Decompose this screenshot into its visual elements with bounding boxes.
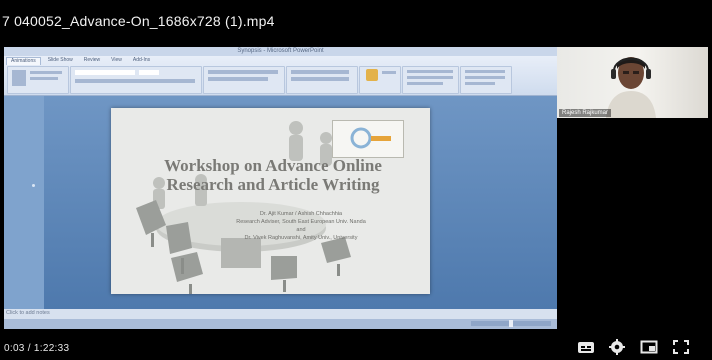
miniplayer-button[interactable] <box>640 339 658 355</box>
subtitles-icon <box>578 342 594 353</box>
participant-video <box>606 57 656 118</box>
settings-icon <box>609 339 625 355</box>
powerpoint-titlebar: Synopsis - Microsoft PowerPoint <box>4 47 557 56</box>
ribbon-group-paragraph <box>286 66 358 94</box>
ribbon-tabs: Animations Slide Show Review View Add-In… <box>6 57 154 65</box>
ribbon-group-arrange <box>402 66 459 94</box>
video-player[interactable]: 7 040052_Advance-On_1686x728 (1).mp4 Syn… <box>0 0 712 360</box>
zoom-slider-thumb[interactable] <box>509 320 513 327</box>
slide-subtitle-line: and <box>296 227 306 233</box>
powerpoint-status-bar <box>4 319 557 329</box>
ribbon-group-drawing <box>359 66 401 94</box>
slide-subtitle-line: Research Adviser, South East European Un… <box>236 219 366 225</box>
slide-thumbnail-pane <box>4 96 44 309</box>
subtitles-button[interactable] <box>577 339 595 355</box>
slide-editing-area: Workshop on Advance Online Research and … <box>44 96 557 309</box>
slide-subtitle-line: Dr. Ajit Kumar / Ashish Chhachhia <box>259 211 343 217</box>
slide-title: Workshop on Advance Online Research and … <box>164 156 382 194</box>
ribbon-tab[interactable]: Animations <box>6 57 41 65</box>
ribbon-group-font <box>70 66 202 94</box>
shared-screen: Synopsis - Microsoft PowerPoint Animatio… <box>4 47 557 329</box>
notes-pane[interactable]: Click to add notes <box>4 309 557 319</box>
ribbon-tab[interactable]: Review <box>80 57 104 65</box>
ribbon-group-slides <box>203 66 285 94</box>
participant-name: Rajesh Rajkumar <box>559 109 612 117</box>
slide-subtitle-line: Dr. Vivek Raghuvanshi, Amity Univ., Univ… <box>244 235 358 241</box>
logo <box>332 120 404 158</box>
powerpoint-ribbon: Animations Slide Show Review View Add-In… <box>4 56 557 96</box>
ribbon-tab[interactable]: Add-Ins <box>129 57 154 65</box>
slide-subtitle: Dr. Ajit Kumar / Ashish Chhachhia Resear… <box>181 210 421 242</box>
ribbon-group-clipboard <box>7 66 69 94</box>
ribbon-tab[interactable]: View <box>107 57 126 65</box>
webcam-feed: Rajesh Rajkumar <box>557 47 708 118</box>
time-display: 0:03 / 1:22:33 <box>4 343 70 354</box>
miniplayer-icon <box>640 340 658 354</box>
powerpoint-window-title: Synopsis - Microsoft PowerPoint <box>237 48 324 54</box>
ribbon-tab[interactable]: Slide Show <box>44 57 77 65</box>
fullscreen-icon <box>673 340 689 354</box>
current-slide: Workshop on Advance Online Research and … <box>111 108 430 294</box>
video-title: 7 040052_Advance-On_1686x728 (1).mp4 <box>2 13 275 29</box>
notes-placeholder: Click to add notes <box>6 310 50 316</box>
settings-button[interactable] <box>608 339 626 355</box>
fullscreen-button[interactable] <box>672 339 690 355</box>
ribbon-group-editing <box>460 66 512 94</box>
zoom-slider[interactable] <box>471 320 551 327</box>
